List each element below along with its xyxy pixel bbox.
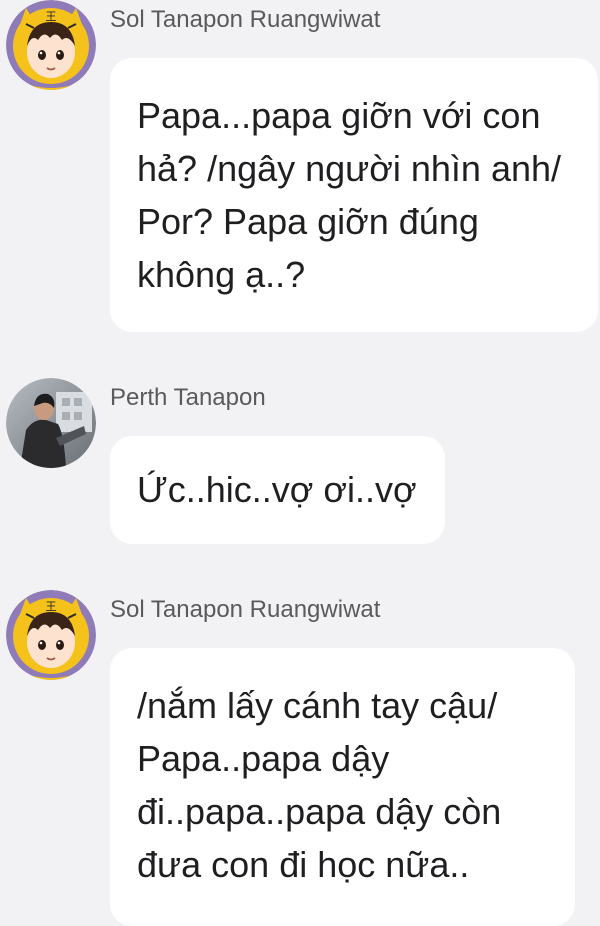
avatar[interactable] [6, 378, 96, 468]
tiger-hood-boy-icon: 王 [6, 590, 96, 680]
sender-name: Sol Tanapon Ruangwiwat [110, 596, 381, 623]
man-photo-icon [6, 378, 96, 468]
avatar[interactable]: 王 [6, 590, 96, 680]
chat-message: 王 Sol Tanapon Ruangwiwat Papa...papa giỡ… [0, 0, 600, 340]
svg-text:王: 王 [46, 600, 57, 613]
chat-message: Perth Tanapon Ức..hic..vợ ơi..vợ [0, 378, 600, 548]
message-bubble[interactable]: Ức..hic..vợ ơi..vợ [110, 436, 445, 544]
message-bubble[interactable]: Papa...papa giỡn với con hả? /ngây người… [110, 58, 598, 332]
message-bubble[interactable]: /nắm lấy cánh tay cậu/ Papa..papa dậy đi… [110, 648, 575, 926]
sender-name: Perth Tanapon [110, 384, 266, 411]
svg-text:王: 王 [46, 10, 57, 23]
tiger-hood-boy-icon: 王 [6, 0, 96, 90]
chat-message: 王 Sol Tanapon Ruangwiwat /nắm lấy cánh t… [0, 590, 600, 926]
avatar[interactable]: 王 [6, 0, 96, 90]
sender-name: Sol Tanapon Ruangwiwat [110, 6, 381, 33]
